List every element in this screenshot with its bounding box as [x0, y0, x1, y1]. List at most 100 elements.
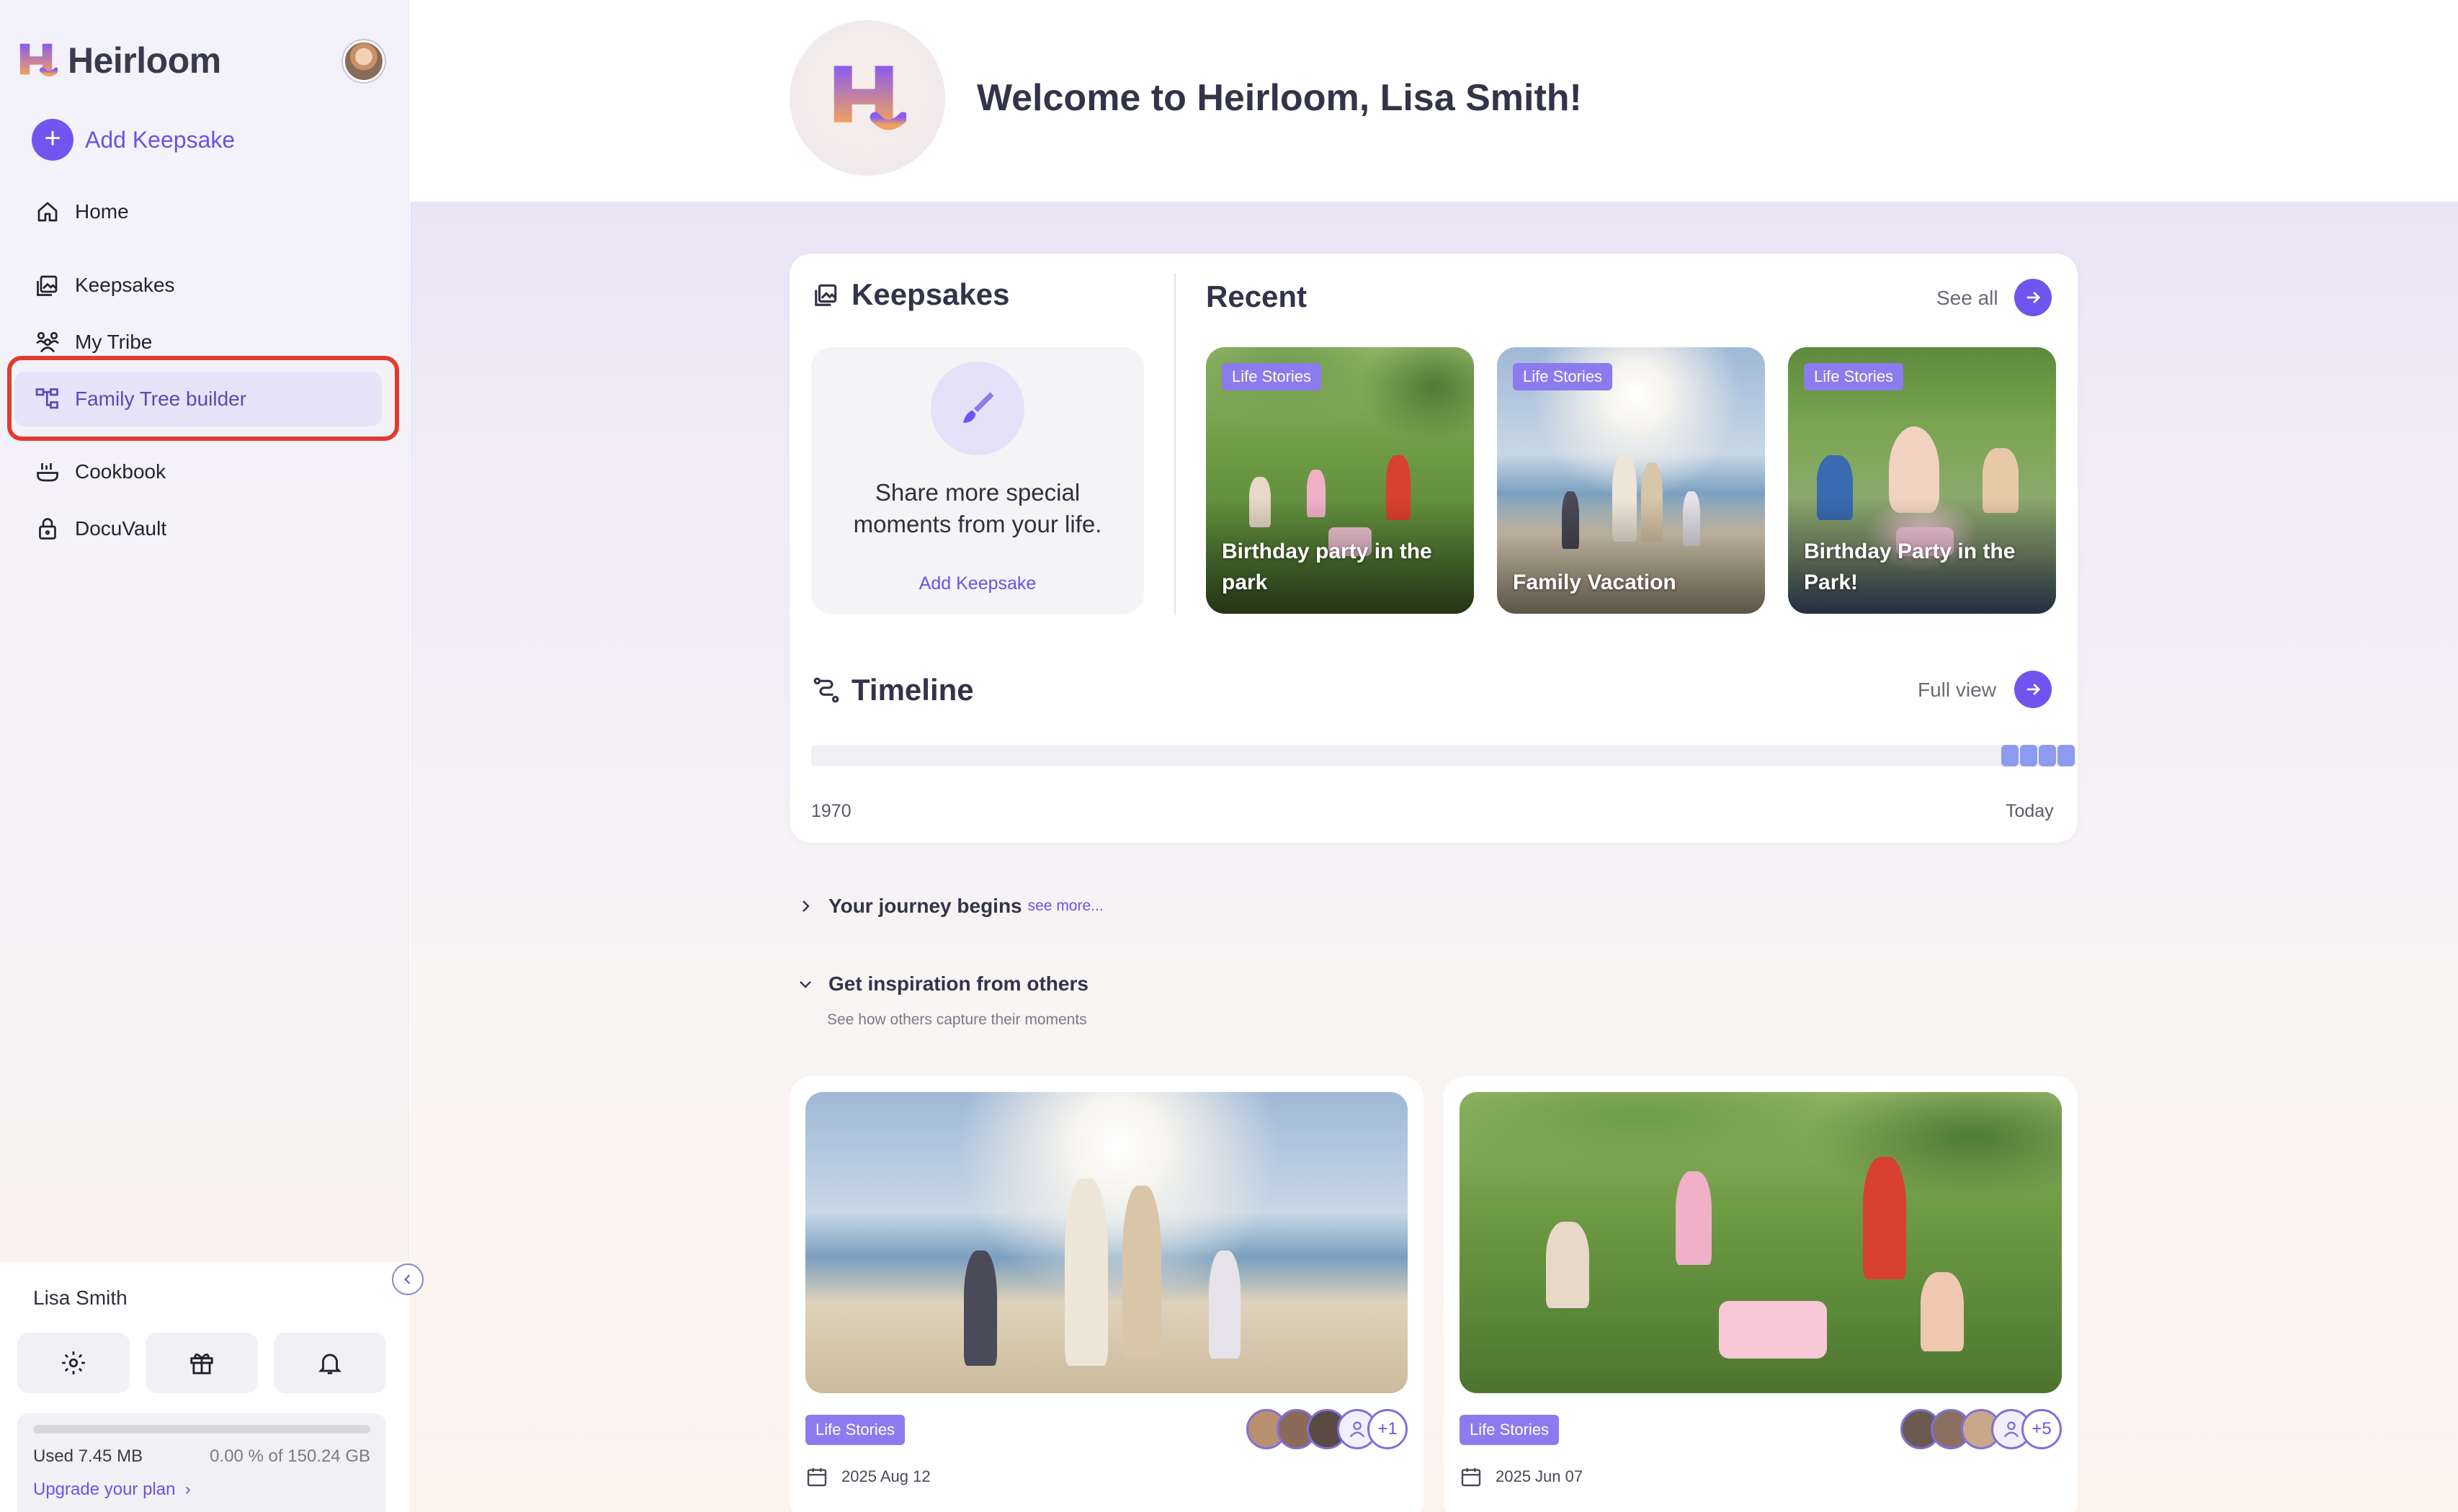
sidebar: Heirloom + Add Keepsake Home Keepsakes M… — [0, 0, 409, 1512]
keepsake-title: Family Vacation — [1513, 571, 1676, 594]
inspiration-image — [805, 1092, 1408, 1393]
inspiration-title: Get inspiration from others — [828, 972, 1089, 995]
see-all-link[interactable]: See all — [1936, 287, 1998, 310]
recent-keepsake-card[interactable]: Life Stories Birthday party in the park — [1206, 347, 1474, 614]
divider — [1174, 274, 1176, 615]
timeline-track[interactable] — [811, 745, 2076, 766]
add-keepsake-label: Add Keepsake — [85, 126, 236, 153]
inspiration-subtitle: See how others capture their moments — [827, 1011, 1087, 1028]
heirloom-logo-icon — [19, 43, 58, 77]
brand[interactable]: Heirloom — [16, 37, 221, 84]
sidebar-item-cookbook[interactable]: Cookbook — [14, 444, 382, 499]
contributors: +5 — [1900, 1409, 2062, 1449]
chevron-right-icon — [803, 900, 810, 912]
see-more-link[interactable]: see more... — [1028, 898, 1104, 915]
keepsakes-heading: Keepsakes — [813, 277, 1010, 312]
journey-title: Your journey begins — [828, 895, 1022, 917]
sidebar-item-keepsakes[interactable]: Keepsakes — [14, 258, 382, 313]
gifts-button[interactable] — [146, 1333, 258, 1393]
inspiration-card[interactable]: Life Stories +1 2025 Aug 12 — [790, 1076, 1424, 1512]
category-badge: Life Stories — [805, 1415, 906, 1445]
contributors-count: +5 — [2021, 1409, 2062, 1449]
sidebar-item-docuvault[interactable]: DocuVault — [14, 501, 382, 556]
keepsake-date: 2025 Aug 12 — [805, 1465, 931, 1488]
category-badge: Life Stories — [1222, 363, 1322, 390]
storage-card: Used 7.45 MB 0.00 % of 150.24 GB Upgrade… — [17, 1413, 386, 1512]
keepsake-date: 2025 Jun 07 — [1460, 1465, 1583, 1488]
storage-used: Used 7.45 MB — [33, 1446, 143, 1466]
full-view-link[interactable]: Full view — [1918, 679, 1996, 702]
keepsakes-title: Keepsakes — [852, 277, 1010, 311]
upgrade-label: Upgrade your plan — [33, 1480, 176, 1499]
user-avatar[interactable] — [343, 40, 385, 82]
keepsake-title: Birthday Party in the Park! — [1804, 540, 2016, 594]
arrow-right-icon — [2026, 292, 2041, 303]
chevron-down-icon — [800, 981, 811, 988]
recent-keepsake-card[interactable]: Life Stories Birthday Party in the Park! — [1788, 347, 2056, 614]
notifications-button[interactable] — [274, 1333, 386, 1393]
sidebar-item-label: Family Tree builder — [75, 388, 247, 410]
brand-name: Heirloom — [68, 40, 221, 81]
timeline-marker[interactable] — [2001, 745, 2019, 766]
storage-percent: 0.00 % of 150.24 GB — [210, 1446, 370, 1466]
plus-icon: + — [32, 119, 73, 161]
page-title: Welcome to Heirloom, Lisa Smith! — [977, 77, 1582, 119]
timeline-marker[interactable] — [2039, 745, 2056, 766]
date-text: 2025 Jun 07 — [1496, 1467, 1583, 1485]
upgrade-plan-link[interactable]: Upgrade your plan › — [33, 1480, 191, 1500]
bell-icon — [318, 1354, 342, 1374]
recent-heading: Recent — [1206, 279, 1307, 314]
contributors: +1 — [1246, 1409, 1408, 1449]
contributors-count: +1 — [1367, 1409, 1408, 1449]
timeline-title: Timeline — [852, 673, 974, 707]
sidebar-item-label: DocuVault — [75, 517, 167, 540]
category-badge: Life Stories — [1460, 1415, 1560, 1445]
paintbrush-icon — [963, 392, 994, 423]
keepsake-title: Birthday party in the park — [1222, 540, 1432, 594]
timeline-marker[interactable] — [2020, 745, 2037, 766]
brush-badge — [931, 362, 1024, 455]
date-text: 2025 Aug 12 — [841, 1467, 931, 1485]
hero-logo — [790, 20, 945, 176]
sidebar-item-family-tree-builder[interactable]: Family Tree builder — [14, 372, 382, 426]
recent-keepsake-card[interactable]: Life Stories Family Vacation — [1497, 347, 1765, 614]
inspiration-section-toggle[interactable]: Get inspiration from others — [797, 972, 1089, 996]
calendar-icon — [807, 1468, 827, 1487]
gear-icon — [62, 1351, 85, 1374]
timeline-start: 1970 — [811, 801, 852, 821]
category-badge: Life Stories — [1804, 363, 1904, 390]
arrow-right-icon — [2026, 684, 2041, 695]
gift-icon — [190, 1354, 213, 1374]
full-view-button[interactable] — [2014, 671, 2052, 708]
tree-icon — [35, 388, 58, 409]
chevron-left-icon — [404, 1274, 411, 1284]
timeline-icon — [813, 677, 839, 703]
sidebar-item-label: My Tribe — [75, 331, 153, 353]
sidebar-item-home[interactable]: Home — [14, 184, 382, 239]
timeline-marker[interactable] — [2057, 745, 2075, 766]
inspiration-card[interactable]: Life Stories +5 2025 Jun 07 — [1444, 1076, 2078, 1512]
gallery-icon — [815, 284, 837, 306]
people-icon — [36, 331, 59, 353]
journey-section-toggle[interactable]: Your journey begins see more... — [797, 895, 1104, 918]
collapse-sidebar-button[interactable] — [392, 1263, 424, 1295]
sidebar-item-label: Cookbook — [75, 460, 166, 483]
heirloom-logo-icon — [834, 66, 906, 130]
add-keepsake-link[interactable]: Add Keepsake — [811, 573, 1144, 594]
category-badge: Life Stories — [1513, 363, 1613, 390]
cooking-pot-icon — [37, 463, 58, 482]
sidebar-item-label: Keepsakes — [75, 274, 175, 296]
chevron-right-icon: › — [180, 1480, 191, 1499]
footer-user-name: Lisa Smith — [33, 1287, 128, 1309]
share-keepsake-card: Share more special moments from your lif… — [811, 347, 1144, 614]
sidebar-item-my-tribe[interactable]: My Tribe — [14, 315, 382, 370]
calendar-icon — [1461, 1468, 1481, 1487]
user-icon — [1349, 1421, 1365, 1438]
sidebar-item-label: Home — [75, 200, 129, 223]
gallery-icon — [37, 275, 58, 296]
add-keepsake-button[interactable]: + Add Keepsake — [32, 119, 235, 161]
home-icon — [37, 202, 58, 222]
settings-button[interactable] — [17, 1333, 130, 1393]
storage-progress-bar — [33, 1425, 370, 1433]
see-all-button[interactable] — [2014, 279, 2052, 316]
